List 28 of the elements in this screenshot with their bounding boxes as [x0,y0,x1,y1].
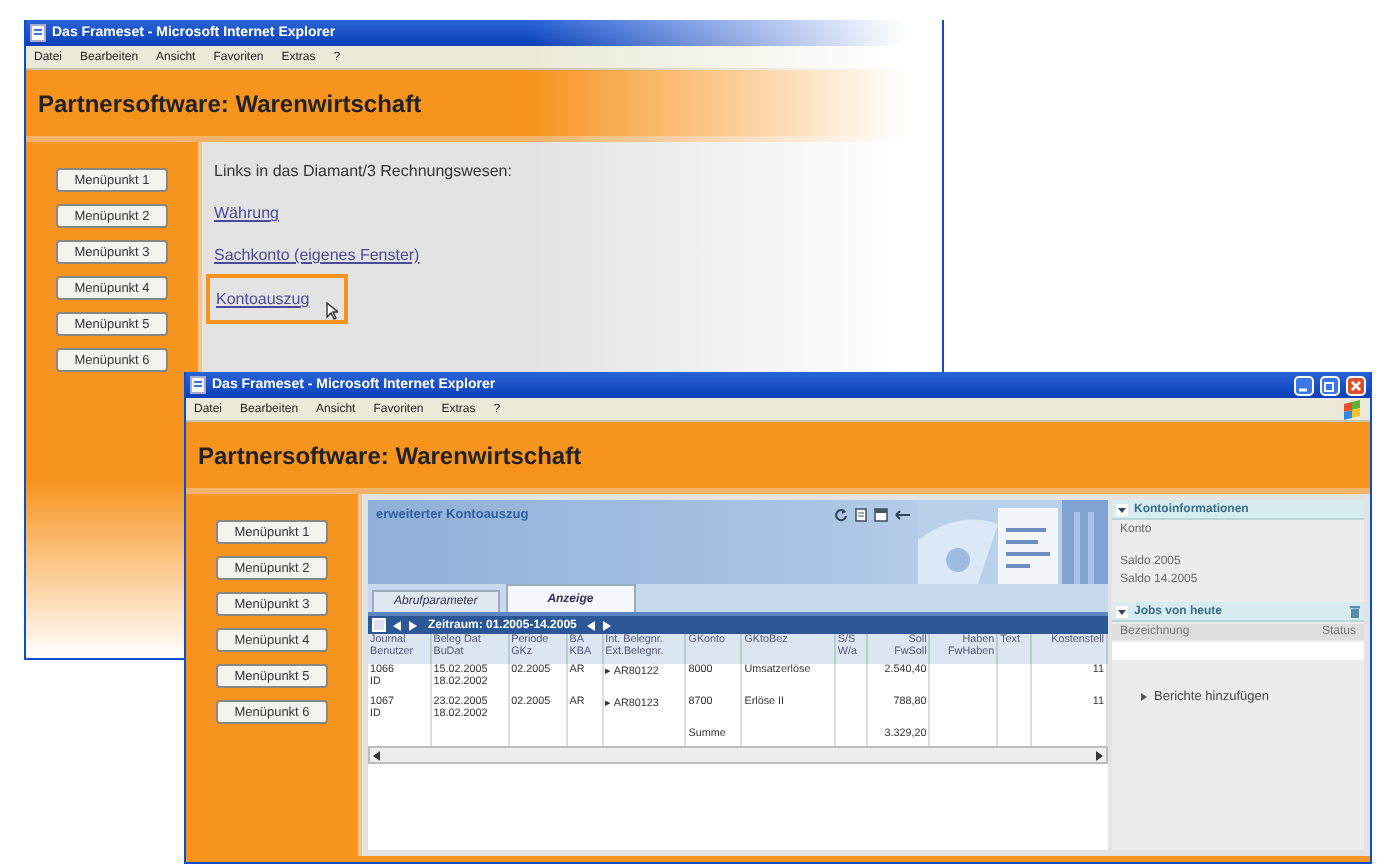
page-icon [854,508,868,522]
link[interactable]: Kontoauszug [216,290,310,308]
page-title: Partnersoftware: Warenwirtschaft [198,441,582,469]
export-icon [372,618,386,632]
flag-icon [1342,399,1362,419]
scroll-right-icon [1094,749,1104,761]
collapse-icon [1116,605,1128,617]
previous-icon [586,619,597,631]
link[interactable]: Sachkonto (eigenes Fenster) [214,246,420,264]
collapse-icon [1116,503,1128,515]
minimize-icon [1294,375,1314,395]
scroll-left-icon [372,749,382,761]
previous-icon [392,619,402,631]
browser-icon [30,24,46,42]
expand-icon [1140,692,1148,702]
window-icon [874,508,888,522]
cursor-icon [325,302,338,320]
close-icon [1346,375,1366,395]
arrow-icon [894,508,912,522]
page-title: Partnersoftware: Warenwirtschaft [38,89,422,117]
link[interactable]: Währung [214,204,279,222]
next-icon [602,619,613,631]
links-heading: Links in das Diamant/3 Rechnungswesen: [214,162,512,180]
refresh-icon [834,508,848,522]
next-icon [408,619,418,631]
browser-icon [190,376,206,394]
trash-icon [1350,605,1360,617]
restore-icon [1320,375,1340,395]
